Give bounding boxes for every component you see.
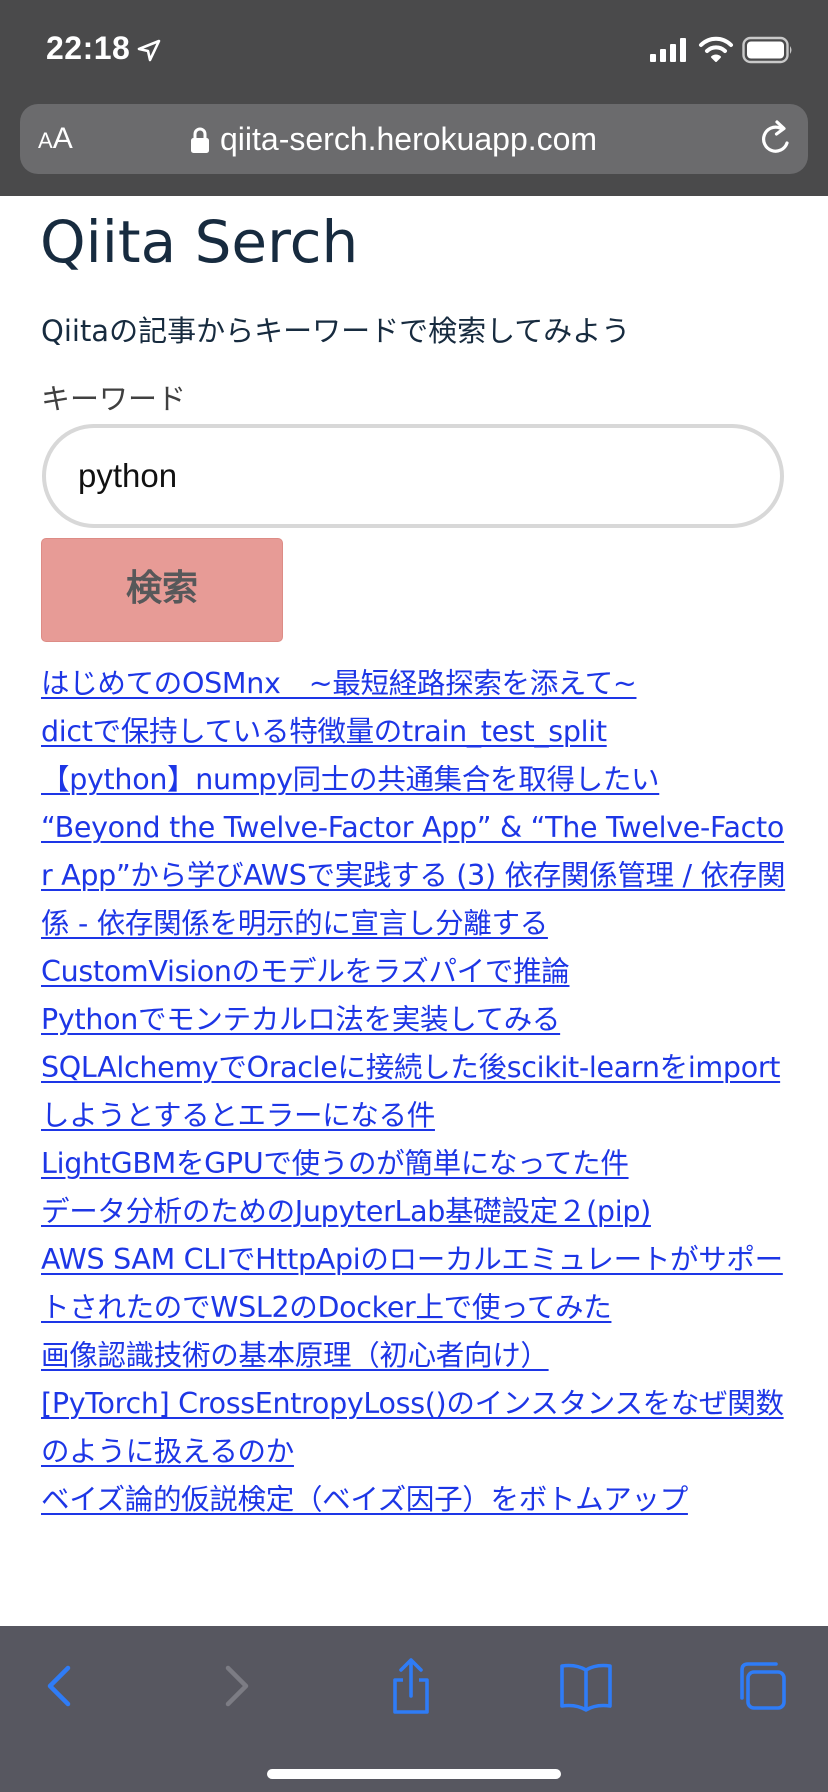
address-bar[interactable]: AA qiita-serch.herokuapp.com [20,104,808,174]
list-item: dictで保持している特徴量のtrain_test_split [41,708,791,756]
status-time: 22:18 [46,30,131,66]
page-title: Qiita Serch [40,208,359,276]
result-link[interactable]: LightGBMをGPUで使うのが簡単になってた件 [41,1140,791,1188]
result-link[interactable]: [PyTorch] CrossEntropyLoss()のインスタンスをなぜ関数… [41,1380,791,1476]
result-link[interactable]: ベイズ論的仮説検定（ベイズ因子）をボトムアップ [41,1476,791,1524]
web-page: Qiita Serch Qiitaの記事からキーワードで検索してみよう キーワー… [0,196,828,1626]
result-link[interactable]: AWS SAM CLIでHttpApiのローカルエミュレートがサポートされたので… [41,1236,791,1332]
url-text: qiita-serch.herokuapp.com [220,121,598,157]
url-display[interactable]: qiita-serch.herokuapp.com [190,118,597,160]
battery-icon [742,36,792,64]
result-link[interactable]: 画像認識技術の基本原理（初心者向け） [41,1332,791,1380]
keyword-label: キーワード [41,382,187,416]
status-bar: 22:18 [0,0,828,96]
text-size-big-label: A [52,122,73,155]
back-icon[interactable] [30,1656,90,1716]
list-item: [PyTorch] CrossEntropyLoss()のインスタンスをなぜ関数… [41,1380,791,1476]
home-indicator [267,1769,561,1779]
list-item: AWS SAM CLIでHttpApiのローカルエミュレートがサポートされたので… [41,1236,791,1332]
lock-icon [191,127,209,153]
page-description: Qiitaの記事からキーワードで検索してみよう [41,314,631,348]
list-item: はじめてのOSMnx ~最短経路探索を添えて~ [41,660,791,708]
list-item: LightGBMをGPUで使うのが簡単になってた件 [41,1140,791,1188]
search-button[interactable]: 検索 [41,538,283,642]
list-item: CustomVisionのモデルをラズパイで推論 [41,948,791,996]
list-item: 【python】numpy同士の共通集合を取得したい [41,756,791,804]
list-item: “Beyond the Twelve-Factor App” & “The Tw… [41,804,791,948]
result-link[interactable]: CustomVisionのモデルをラズパイで推論 [41,948,791,996]
result-link[interactable]: はじめてのOSMnx ~最短経路探索を添えて~ [41,660,791,708]
reload-icon[interactable] [756,118,796,160]
list-item: データ分析のためのJupyterLab基礎設定２(pip) [41,1188,791,1236]
list-item: ベイズ論的仮説検定（ベイズ因子）をボトムアップ [41,1476,791,1524]
list-item: SQLAlchemyでOracleに接続した後scikit-learnをimpo… [41,1044,791,1140]
wifi-icon [699,36,733,62]
location-arrow-icon [137,39,161,62]
browser-address-area: AA qiita-serch.herokuapp.com [0,96,828,196]
forward-icon[interactable] [206,1656,266,1716]
cellular-signal-icon [650,38,686,62]
browser-toolbar [0,1626,828,1792]
list-item: Pythonでモンテカルロ法を実装してみる [41,996,791,1044]
result-link[interactable]: データ分析のためのJupyterLab基礎設定２(pip) [41,1188,791,1236]
text-size-small-label: A [38,128,53,153]
result-link[interactable]: “Beyond the Twelve-Factor App” & “The Tw… [41,804,791,948]
bookmarks-icon[interactable] [556,1656,616,1716]
share-icon[interactable] [381,1656,441,1716]
list-item: 画像認識技術の基本原理（初心者向け） [41,1332,791,1380]
result-link[interactable]: Pythonでモンテカルロ法を実装してみる [41,996,791,1044]
result-link[interactable]: dictで保持している特徴量のtrain_test_split [41,708,791,756]
result-link[interactable]: SQLAlchemyでOracleに接続した後scikit-learnをimpo… [41,1044,791,1140]
keyword-input[interactable] [42,424,784,528]
tabs-icon[interactable] [732,1656,792,1716]
search-results-list: はじめてのOSMnx ~最短経路探索を添えて~ dictで保持している特徴量のt… [41,660,791,1524]
text-size-button[interactable]: AA [38,118,88,160]
result-link[interactable]: 【python】numpy同士の共通集合を取得したい [41,756,791,804]
